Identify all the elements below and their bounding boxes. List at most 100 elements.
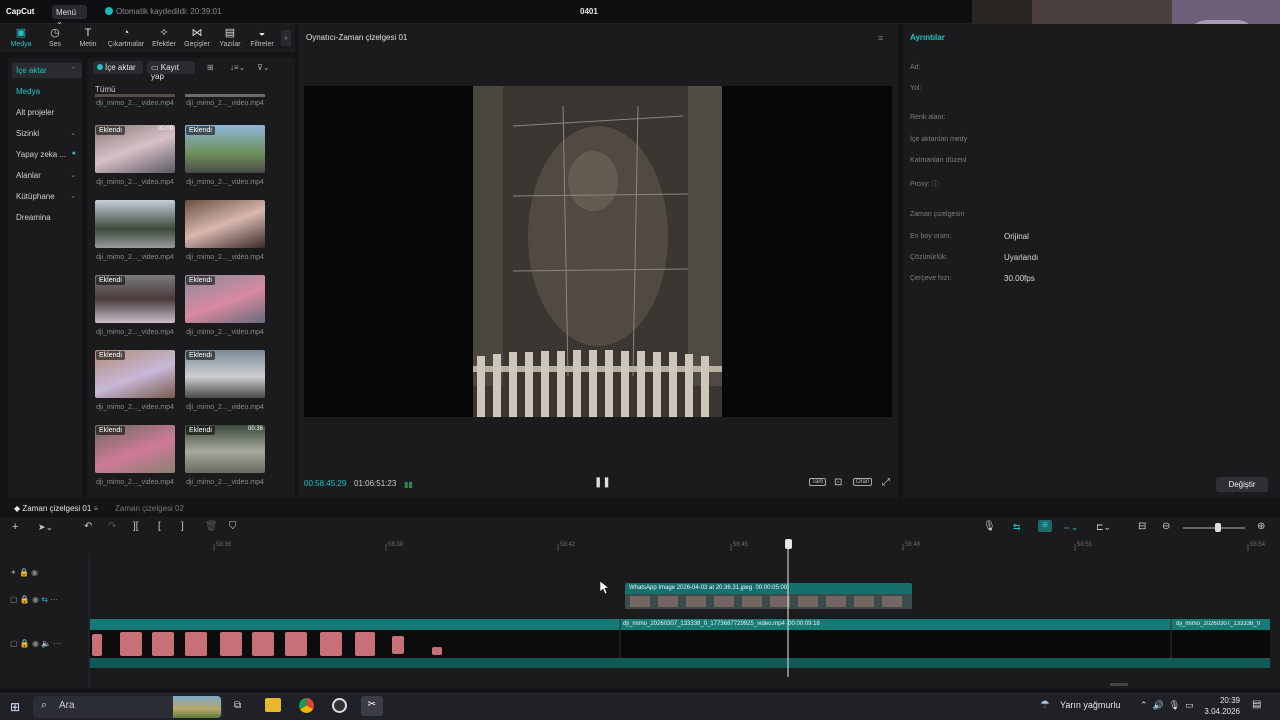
redo-icon[interactable]: ↷ — [108, 521, 116, 532]
tab-audio[interactable]: ◷ Ses — [38, 27, 72, 48]
tab-transitions[interactable]: ⋈ Geçişler — [180, 27, 214, 48]
zoom-out-icon[interactable]: ⊖ — [1162, 521, 1170, 532]
record-button[interactable]: ▭ Kayıt yap — [147, 61, 195, 81]
media-thumbnail[interactable]: Eklendi — [185, 125, 265, 173]
split-icon[interactable]: ][ — [133, 521, 139, 532]
sync-icon[interactable]: ⇆ — [41, 595, 48, 604]
filter-icon[interactable]: ⊽⌄ — [257, 63, 270, 72]
task-view-icon[interactable]: ⧉ — [234, 700, 241, 711]
more-icon[interactable]: ⋯ — [53, 639, 61, 648]
tab-captions[interactable]: ▤ Yazılar — [213, 27, 247, 48]
taskbar-search[interactable]: ⌕ Ara — [33, 696, 223, 718]
nav-spaces[interactable]: Alanlar ⌄ — [12, 168, 82, 183]
effects-icon: ✧ — [159, 27, 169, 39]
fullscreen-icon[interactable]: ⤢ — [882, 477, 890, 488]
media-item-label: dji_mimo_2..._video.mp4 — [96, 479, 174, 486]
media-thumbnail[interactable]: Eklendi — [95, 425, 175, 473]
eye-icon[interactable]: ◉ — [32, 595, 39, 604]
trim-left-icon[interactable]: [ — [158, 521, 161, 532]
media-thumbnail[interactable]: Eklendi — [185, 275, 265, 323]
taskbar-clock[interactable]: 20:39 3.04.2026 — [1200, 695, 1240, 717]
undo-icon[interactable]: ↶ — [84, 521, 92, 532]
filter-all-tab[interactable]: Tümü — [95, 85, 115, 94]
file-explorer-icon[interactable] — [265, 698, 281, 712]
trim-right-icon[interactable]: ] — [181, 521, 184, 532]
chrome-icon[interactable] — [299, 698, 314, 713]
media-thumbnail[interactable]: Eklendi — [95, 350, 175, 398]
detail-label: Ad: — [910, 64, 921, 71]
tab-timeline-01[interactable]: ◆ Zaman çizelgesi 01 ≡ — [14, 504, 98, 513]
ruler-tick-label: 58:39 — [388, 542, 404, 548]
nav-yours[interactable]: Sizinki ⌄ — [12, 126, 82, 141]
eye-icon[interactable]: ◉ — [32, 639, 39, 648]
system-tray-icons[interactable]: ⌃🔊🎙▭ — [1140, 700, 1199, 711]
hamburger-menu-icon[interactable]: ≡ — [878, 33, 883, 43]
tab-effects[interactable]: ✧ Efektler — [147, 27, 181, 48]
fit-icon[interactable]: ⊟ — [1138, 521, 1146, 532]
details-title: Ayrıntılar — [910, 33, 945, 42]
tab-text[interactable]: T Metin — [71, 27, 105, 48]
tab-filters[interactable]: ◒ Filtreler — [245, 27, 279, 48]
media-thumbnail[interactable]: Eklendi — [95, 275, 175, 323]
clip-video-a[interactable]: dji_mimo_20260307_133338_0_1773687729925… — [623, 621, 820, 627]
tab-timeline-02[interactable]: Zaman çizelgesi 02 — [115, 504, 184, 513]
sort-icon[interactable]: ↓≡⌄ — [230, 63, 245, 72]
zoom-slider-handle[interactable] — [1215, 523, 1221, 532]
import-button[interactable]: İçe aktar — [93, 61, 143, 74]
select-tool-icon[interactable]: ➤⌄ — [38, 522, 53, 533]
tab-media[interactable]: ▣ Medya — [4, 27, 38, 48]
add-track-icon[interactable]: + — [12, 521, 18, 533]
link-icon[interactable]: ⊕ — [1038, 520, 1052, 532]
lock-icon[interactable]: 🔒 — [20, 639, 30, 648]
shield-icon[interactable]: ⛉ — [229, 521, 237, 532]
capcut-taskbar-icon[interactable]: ✂ — [361, 696, 383, 716]
magnet-icon[interactable]: ⇆ — [1013, 522, 1021, 533]
microphone-icon[interactable]: 🎙 — [983, 521, 996, 532]
media-thumbnail[interactable]: Eklendi 00:09 — [95, 125, 175, 173]
zoom-slider-track[interactable] — [1183, 527, 1245, 529]
grid-view-icon[interactable]: ⊞ — [207, 63, 214, 72]
tab-stickers[interactable]: ◔ Çıkartmalar — [106, 27, 146, 48]
track-icon: ▢ — [10, 639, 20, 648]
eye-icon[interactable]: ◉ — [31, 568, 38, 577]
media-icon: ▣ — [15, 27, 27, 39]
nav-import[interactable]: İçe aktar ⌃ — [12, 63, 82, 78]
timeline-area[interactable] — [0, 539, 1280, 688]
lock-icon[interactable]: 🔒 — [19, 568, 29, 577]
media-thumbnail[interactable]: Eklendi 00:36 — [185, 425, 265, 473]
media-item-label: dji_mimo_2..._video.mp4 — [96, 100, 174, 107]
added-badge: Eklendi — [96, 126, 125, 135]
more-icon[interactable]: ⋯ — [50, 595, 58, 604]
media-thumbnail[interactable]: Eklendi — [185, 350, 265, 398]
nav-ai[interactable]: Yapay zeka ... ● — [12, 147, 82, 162]
nav-dreamina[interactable]: Dreamina — [12, 210, 82, 225]
weather-text[interactable]: Yarın yağmurlu — [1060, 700, 1120, 710]
nav-media[interactable]: Medya — [12, 84, 82, 99]
clip-video-b[interactable]: dji_mimo_20260307_133338_0 — [1176, 621, 1270, 627]
screenshot-icon[interactable]: ⊡ — [834, 477, 842, 488]
menu-button[interactable]: Menü ⌄ — [52, 5, 87, 26]
pause-button[interactable]: ❚❚ — [594, 477, 611, 488]
delete-icon[interactable]: 🗑 — [205, 521, 218, 532]
timecode-toggle-icon[interactable]: Tam — [809, 478, 827, 486]
change-button[interactable]: Değiştir — [1216, 477, 1268, 492]
tab-label: Medya — [10, 41, 32, 48]
zoom-in-icon[interactable]: ⊕ — [1257, 521, 1265, 532]
media-item-label: dji_mimo_2..._video.mp4 — [96, 254, 174, 261]
windows-start-icon[interactable]: ⊞ — [10, 700, 20, 714]
volume-icon[interactable]: 🔈 — [41, 639, 51, 648]
nav-subprojects[interactable]: Alt projeler — [12, 105, 82, 120]
chevron-right-icon[interactable]: › — [281, 30, 291, 46]
media-thumbnail[interactable] — [185, 200, 265, 248]
info-icon[interactable]: ⓘ — [932, 181, 939, 188]
obs-icon[interactable] — [332, 698, 347, 713]
ratio-button[interactable]: Oran — [853, 478, 873, 486]
nav-library[interactable]: Kütüphane ⌄ — [12, 189, 82, 204]
notification-icon[interactable]: ▤ — [1252, 699, 1261, 710]
snap-icon[interactable]: ⊏⌄ — [1096, 522, 1111, 533]
lock-icon[interactable]: 🔒 — [20, 595, 30, 604]
preview-axis-icon[interactable]: ⇔⌄ — [1062, 522, 1079, 533]
media-thumbnail[interactable] — [95, 200, 175, 248]
clip-image[interactable]: WhatsApp Image 2026-04-03 at 20.36.31.jp… — [629, 585, 787, 591]
project-name[interactable]: 0401 — [580, 7, 598, 16]
